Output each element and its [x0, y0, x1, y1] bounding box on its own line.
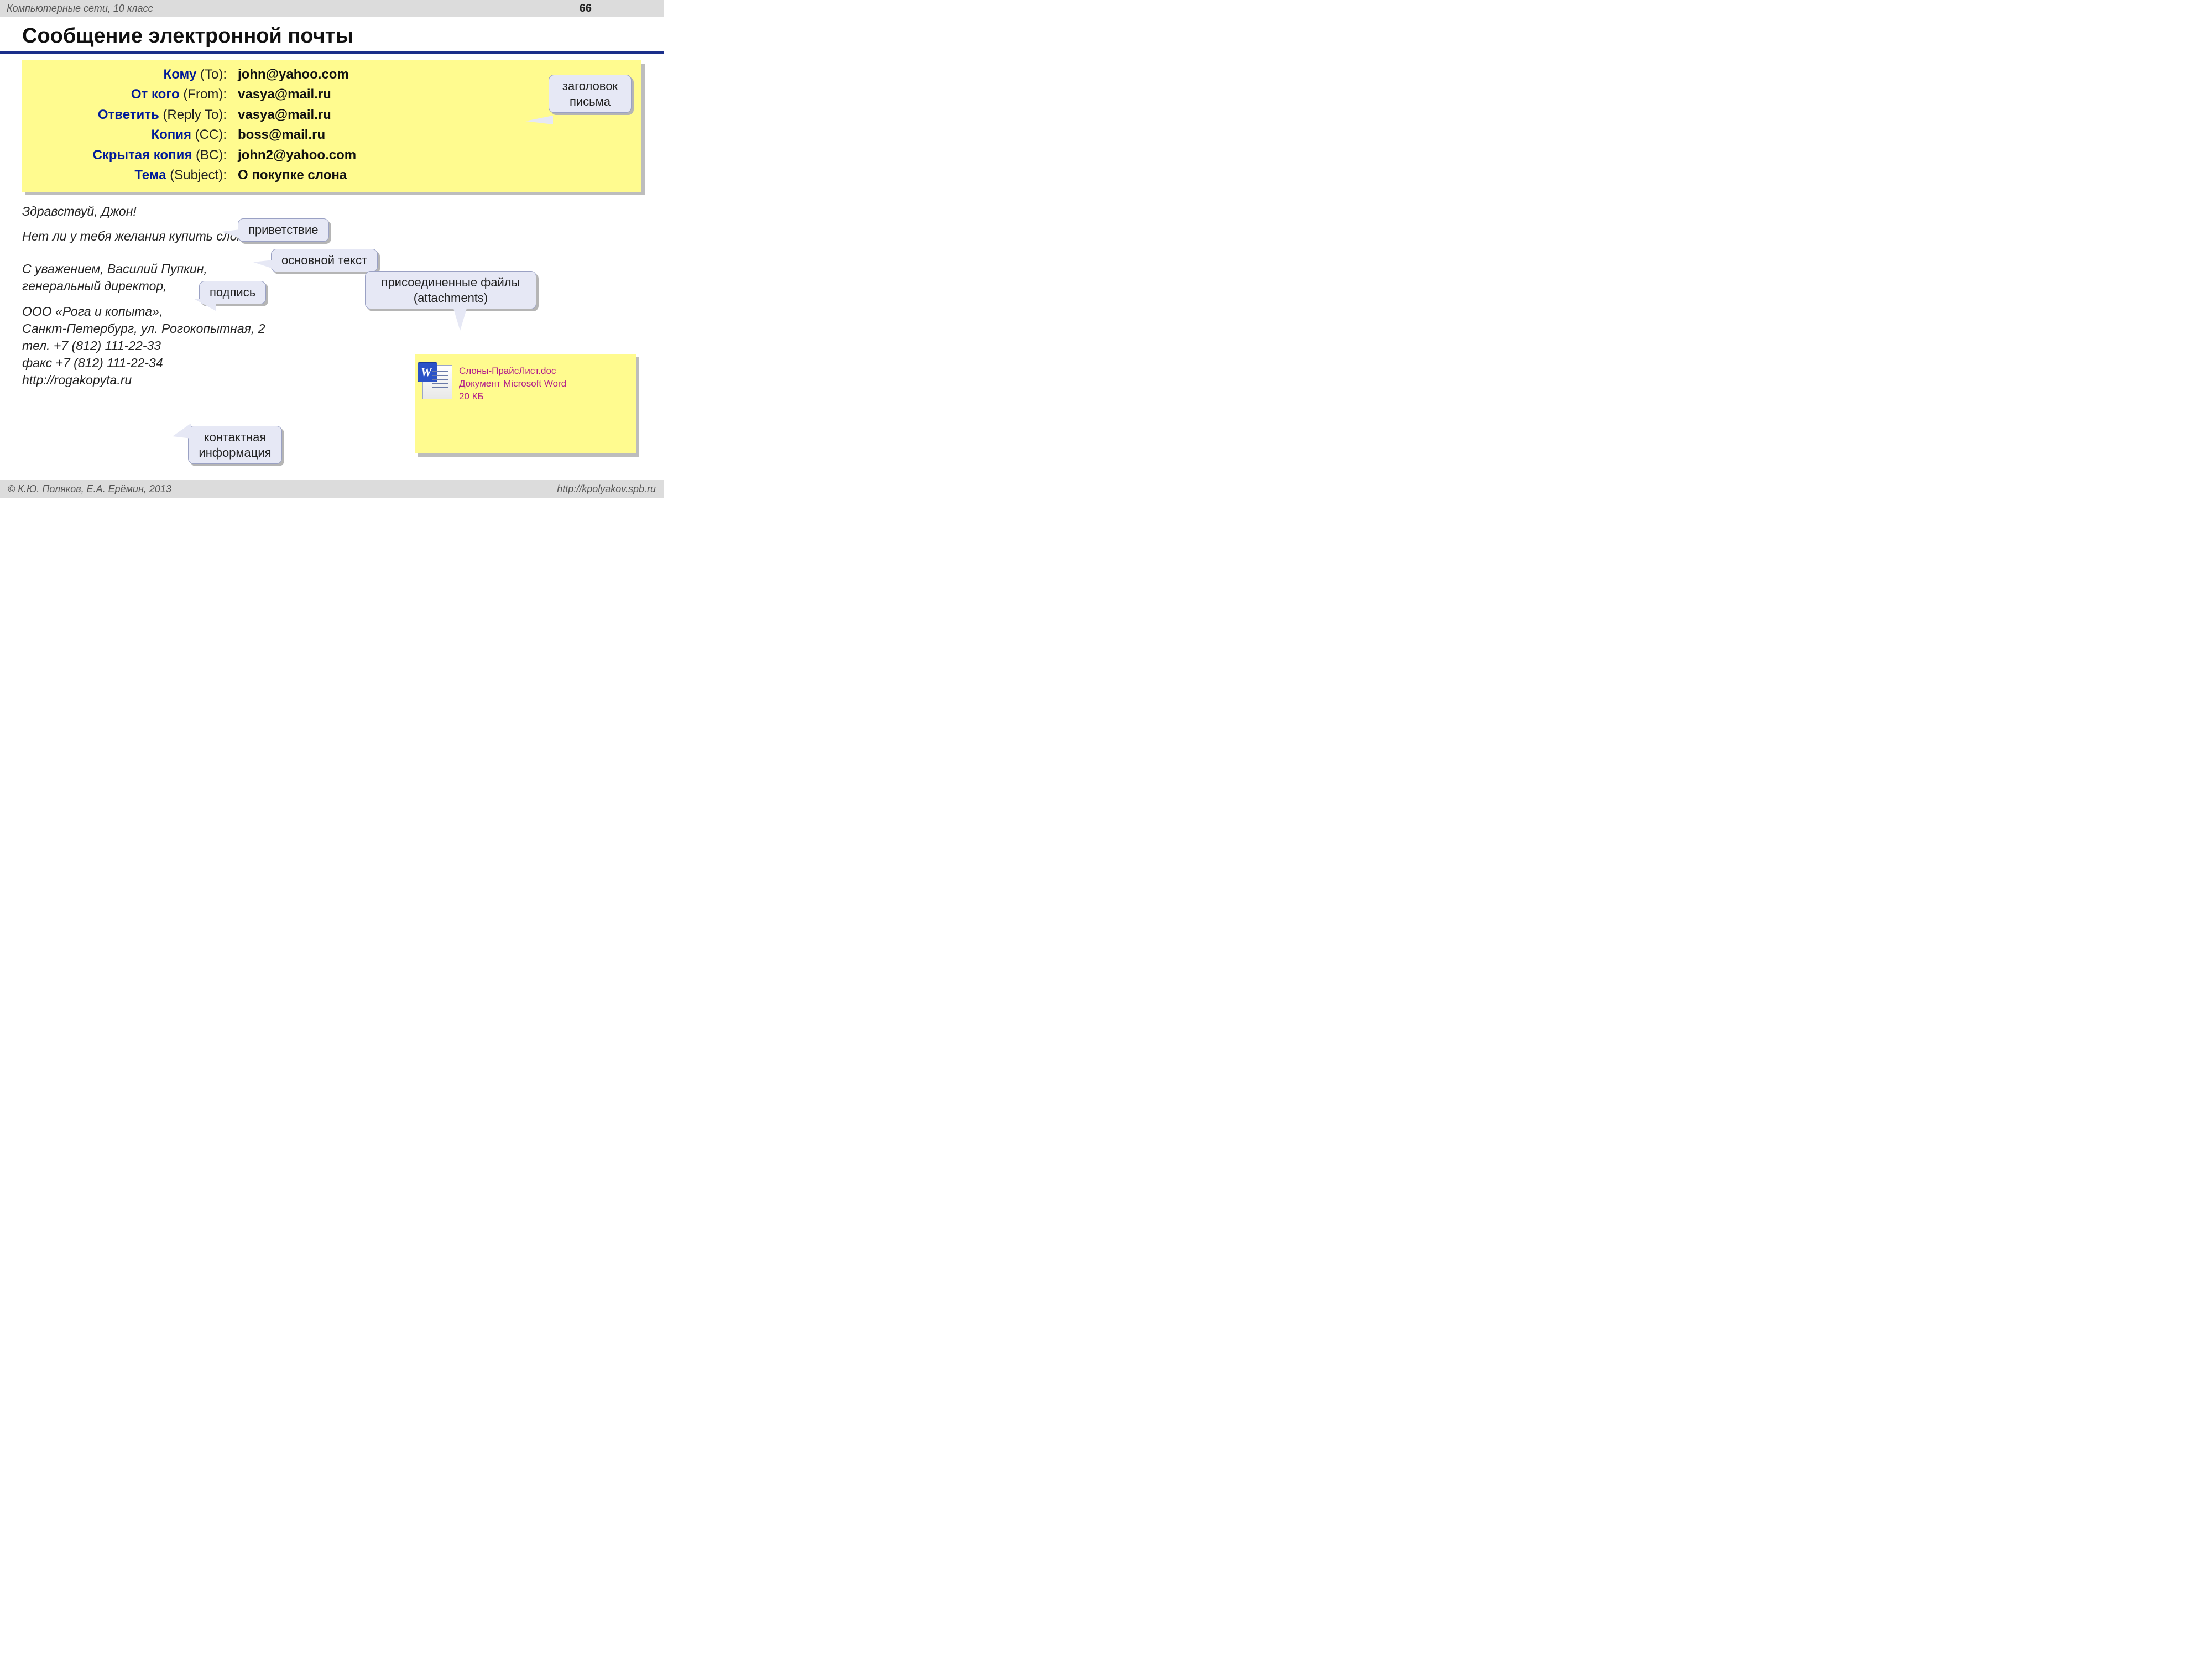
callout-body: основной текст — [271, 249, 378, 272]
callout-signature-text: подпись — [210, 285, 255, 299]
contact-line-5: http://rogakopyta.ru — [22, 373, 132, 387]
callout-greeting-pointer — [221, 229, 240, 238]
slide-title: Сообщение электронной почты — [0, 17, 664, 54]
attachment-filename: Слоны-ПрайсЛист.doc — [459, 365, 566, 378]
contact-line-1: ООО «Рога и копыта», — [22, 304, 163, 319]
label-subject: Тема (Subject): — [33, 166, 238, 184]
label-from: От кого (From): — [33, 86, 238, 103]
contact-line-2: Санкт-Петербург, ул. Рогокопытная, 2 — [22, 321, 265, 336]
callout-contact: контактная информация — [188, 426, 282, 464]
page-number: 66 — [580, 2, 592, 15]
value-bcc: john2@yahoo.com — [238, 147, 630, 164]
word-document-icon: W — [422, 365, 452, 399]
attachment-meta: Слоны-ПрайсЛист.doc Документ Microsoft W… — [459, 365, 566, 403]
callout-header-pointer — [525, 116, 553, 124]
greeting-text: Здравствуй, Джон! — [22, 203, 310, 220]
value-subject: О покупке слона — [238, 166, 630, 184]
footer-url: http://kpolyakov.spb.ru — [557, 483, 656, 495]
attachment-box: W Слоны-ПрайсЛист.doc Документ Microsoft… — [415, 354, 636, 453]
label-cc: Копия (CC): — [33, 126, 238, 144]
label-bcc: Скрытая копия (BC): — [33, 147, 238, 164]
course-subject: Компьютерные сети, 10 класс — [7, 3, 153, 14]
email-header-grid: Кому (To): john@yahoo.com От кого (From)… — [33, 66, 630, 184]
callout-attachments: присоединенные файлы (attachments) — [365, 271, 536, 309]
top-bar: Компьютерные сети, 10 класс 66 — [0, 0, 664, 17]
callout-body-pointer — [253, 260, 273, 269]
contact-line-3: тел. +7 (812) 111-22-33 — [22, 338, 161, 353]
attachment-filesize: 20 КБ — [459, 390, 566, 403]
callout-contact-pointer — [173, 423, 191, 439]
footer-copyright: © К.Ю. Поляков, Е.А. Ерёмин, 2013 — [8, 483, 171, 495]
callout-attachments-pointer — [453, 309, 467, 331]
callout-greeting: приветствие — [238, 218, 329, 242]
callout-signature-pointer — [194, 299, 216, 311]
contact-line-4: факс +7 (812) 111-22-34 — [22, 356, 163, 370]
callout-attachments-text: присоединенные файлы (attachments) — [382, 275, 520, 305]
word-w-glyph: W — [421, 365, 432, 379]
callout-header-text: заголовок письма — [562, 79, 618, 108]
label-to: Кому (To): — [33, 66, 238, 84]
signature-line-1: С уважением, Василий Пупкин, — [22, 262, 207, 276]
email-header-box: Кому (To): john@yahoo.com От кого (From)… — [22, 60, 641, 192]
attachment-filetype: Документ Microsoft Word — [459, 378, 566, 390]
contact-block: ООО «Рога и копыта», Санкт-Петербург, ул… — [22, 303, 310, 389]
callout-contact-text: контактная информация — [199, 430, 271, 460]
label-reply-to: Ответить (Reply To): — [33, 106, 238, 124]
callout-header: заголовок письма — [549, 75, 632, 113]
bottom-bar: © К.Ю. Поляков, Е.А. Ерёмин, 2013 http:/… — [0, 480, 664, 498]
callout-body-text: основной текст — [281, 253, 367, 267]
doc-lines-icon — [432, 371, 448, 390]
signature-line-2: генеральный директор, — [22, 279, 167, 293]
callout-greeting-text: приветствие — [248, 223, 319, 237]
value-cc: boss@mail.ru — [238, 126, 630, 144]
